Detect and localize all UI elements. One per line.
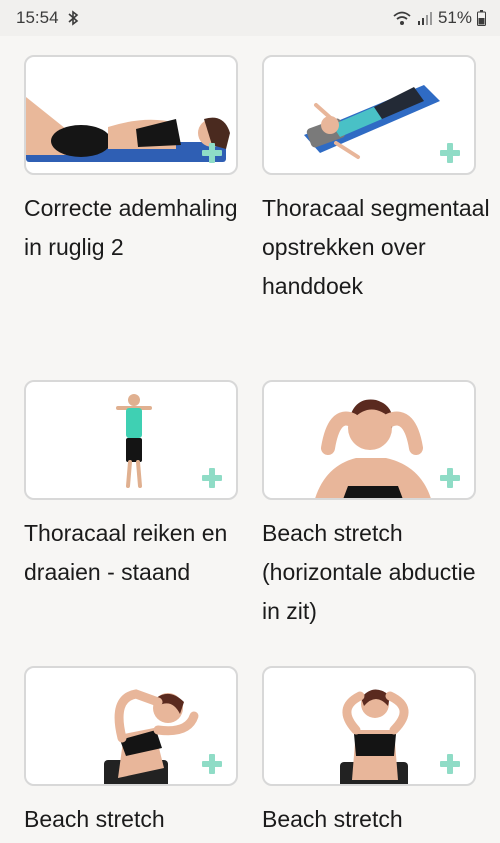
plus-icon[interactable] [202,754,222,774]
exercise-title[interactable]: Thoracaal reiken en draaien - staand [24,514,254,592]
plus-icon[interactable] [440,754,460,774]
exercise-grid: Correcte ademhaling in ruglig 2 Thoracaa… [0,36,500,843]
plus-icon[interactable] [202,143,222,163]
exercise-thumbnail[interactable] [262,55,476,175]
exercise-thumbnail[interactable] [262,666,476,786]
exercise-thumbnail[interactable] [24,55,238,175]
exercise-title[interactable]: Beach stretch [262,800,492,839]
exercise-thumbnail[interactable] [24,666,238,786]
plus-icon[interactable] [202,468,222,488]
exercise-title[interactable]: Beach stretch [24,800,254,839]
bluetooth-icon [67,10,79,26]
clock: 15:54 [16,8,59,27]
exercise-thumbnail[interactable] [24,380,238,500]
exercise-title[interactable]: Thoracaal segmentaal opstrekken over han… [262,189,492,306]
exercise-title[interactable]: Correcte ademhaling in ruglig 2 [24,189,254,267]
battery-icon [477,10,486,26]
exercise-title[interactable]: Beach stretch (horizontale abductie in z… [262,514,492,631]
signal-icon [417,11,433,25]
plus-icon[interactable] [440,143,460,163]
battery-level: 51% [437,8,472,27]
plus-icon[interactable] [440,468,460,488]
exercise-thumbnail[interactable] [262,380,476,500]
wifi-icon [392,10,412,26]
status-bar: 15:54 51% [0,0,500,36]
